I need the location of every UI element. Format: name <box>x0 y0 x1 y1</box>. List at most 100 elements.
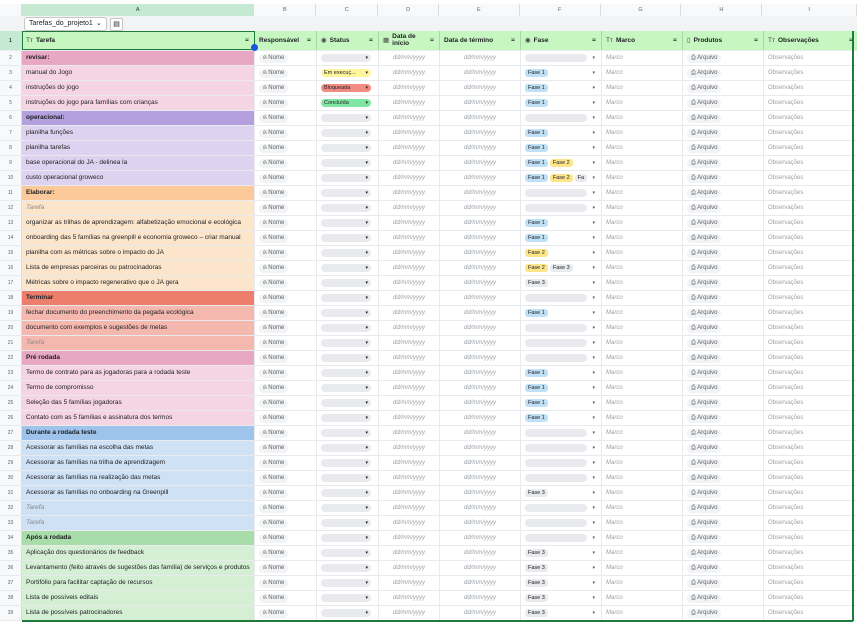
observacoes-cell[interactable]: Observações <box>764 336 857 350</box>
column-letter-e[interactable]: E <box>439 4 520 16</box>
file-chip[interactable]: ⎙ Arquivo <box>687 324 722 333</box>
observacoes-cell[interactable]: Observações <box>764 546 857 560</box>
status-cell[interactable]: ▾ <box>317 276 379 290</box>
task-cell[interactable]: onboarding das 5 famílias na greenpill e… <box>22 231 255 245</box>
end-date-cell[interactable]: dd/mm/yyyy <box>440 471 521 485</box>
end-date-cell[interactable]: dd/mm/yyyy <box>440 606 521 620</box>
marco-cell[interactable]: Marco <box>602 516 683 530</box>
status-cell[interactable]: ▾ <box>317 291 379 305</box>
responsavel-cell[interactable]: ⍝ Nome <box>255 261 317 275</box>
marco-cell[interactable]: Marco <box>602 111 683 125</box>
marco-cell[interactable]: Marco <box>602 201 683 215</box>
observacoes-cell[interactable]: Observações <box>764 591 857 605</box>
end-date-cell[interactable]: dd/mm/yyyy <box>440 396 521 410</box>
marco-cell[interactable]: Marco <box>602 606 683 620</box>
filter-icon[interactable]: ⩸ <box>307 31 311 50</box>
task-cell[interactable]: Termo de contrato para as jogadoras para… <box>22 366 255 380</box>
phase-dropdown[interactable] <box>525 429 587 437</box>
marco-cell[interactable]: Marco <box>602 351 683 365</box>
task-cell[interactable]: Tarefa <box>22 336 255 350</box>
status-cell[interactable]: ▾ <box>317 381 379 395</box>
phase-dropdown[interactable] <box>525 114 587 122</box>
task-cell[interactable]: manual do Jogo <box>22 66 255 80</box>
phase-dropdown[interactable] <box>525 504 587 512</box>
phase-dropdown[interactable] <box>525 459 587 467</box>
task-cell[interactable]: Tarefa <box>22 501 255 515</box>
marco-cell[interactable]: Marco <box>602 81 683 95</box>
start-date-cell[interactable]: dd/mm/yyyy <box>379 561 440 575</box>
row-number[interactable]: 3 <box>0 66 22 80</box>
end-date-cell[interactable]: dd/mm/yyyy <box>440 231 521 245</box>
status-dropdown[interactable]: ▾ <box>321 414 371 422</box>
produtos-cell[interactable]: ⎙ Arquivo <box>683 81 764 95</box>
header-data-de-t-rmino[interactable]: Data de término ⩸ <box>440 31 521 50</box>
start-date-cell[interactable]: dd/mm/yyyy <box>379 246 440 260</box>
task-cell[interactable]: Terminar <box>22 291 255 305</box>
end-date-cell[interactable]: dd/mm/yyyy <box>440 291 521 305</box>
phase-cell[interactable]: Fase 3 ▾ <box>521 576 602 590</box>
status-cell[interactable]: ▾ <box>317 396 379 410</box>
status-cell[interactable]: ▾ <box>317 186 379 200</box>
status-cell[interactable]: ▾ <box>317 306 379 320</box>
produtos-cell[interactable]: ⎙ Arquivo <box>683 321 764 335</box>
phase-cell[interactable]: Fase 1 ▾ <box>521 396 602 410</box>
marco-cell[interactable]: Marco <box>602 441 683 455</box>
status-dropdown[interactable]: ▾ <box>321 459 371 467</box>
row-number[interactable]: 7 <box>0 126 22 140</box>
file-chip[interactable]: ⎙ Arquivo <box>687 279 722 288</box>
responsavel-cell[interactable]: ⍝ Nome <box>255 561 317 575</box>
status-cell[interactable]: Concluída ▾ <box>317 96 379 110</box>
file-chip[interactable]: ⎙ Arquivo <box>687 189 722 198</box>
responsavel-cell[interactable]: ⍝ Nome <box>255 606 317 620</box>
responsavel-cell[interactable]: ⍝ Nome <box>255 171 317 185</box>
produtos-cell[interactable]: ⎙ Arquivo <box>683 231 764 245</box>
responsavel-cell[interactable]: ⍝ Nome <box>255 441 317 455</box>
row-number[interactable]: 37 <box>0 576 22 590</box>
start-date-cell[interactable]: dd/mm/yyyy <box>379 171 440 185</box>
column-letter-a[interactable]: A <box>21 4 255 16</box>
observacoes-cell[interactable]: Observações <box>764 216 857 230</box>
filter-icon[interactable]: ⩸ <box>511 31 515 50</box>
status-dropdown[interactable]: Em execuç... ▾ <box>321 69 371 77</box>
end-date-cell[interactable]: dd/mm/yyyy <box>440 531 521 545</box>
task-cell[interactable]: revisar: <box>22 51 255 65</box>
file-chip[interactable]: ⎙ Arquivo <box>687 444 722 453</box>
status-dropdown[interactable]: ▾ <box>321 204 371 212</box>
task-cell[interactable]: Termo de compromisso <box>22 381 255 395</box>
row-number[interactable]: 10 <box>0 171 22 185</box>
start-date-cell[interactable]: dd/mm/yyyy <box>379 156 440 170</box>
marco-cell[interactable]: Marco <box>602 96 683 110</box>
header-observa-es[interactable]: TтObservações⩸ <box>764 31 857 50</box>
observacoes-cell[interactable]: Observações <box>764 486 857 500</box>
produtos-cell[interactable]: ⎙ Arquivo <box>683 486 764 500</box>
produtos-cell[interactable]: ⎙ Arquivo <box>683 606 764 620</box>
marco-cell[interactable]: Marco <box>602 561 683 575</box>
responsavel-cell[interactable]: ⍝ Nome <box>255 456 317 470</box>
phase-cell[interactable]: ▾ <box>521 186 602 200</box>
row-number[interactable]: 38 <box>0 591 22 605</box>
status-dropdown[interactable]: ▾ <box>321 309 371 317</box>
status-dropdown[interactable]: ▾ <box>321 324 371 332</box>
phase-cell[interactable]: Fase 3 ▾ <box>521 606 602 620</box>
phase-dropdown[interactable] <box>525 204 587 212</box>
end-date-cell[interactable]: dd/mm/yyyy <box>440 516 521 530</box>
responsavel-cell[interactable]: ⍝ Nome <box>255 231 317 245</box>
start-date-cell[interactable]: dd/mm/yyyy <box>379 81 440 95</box>
file-chip[interactable]: ⎙ Arquivo <box>687 564 722 573</box>
end-date-cell[interactable]: dd/mm/yyyy <box>440 426 521 440</box>
file-chip[interactable]: ⎙ Arquivo <box>687 384 722 393</box>
end-date-cell[interactable]: dd/mm/yyyy <box>440 561 521 575</box>
status-dropdown[interactable]: ▾ <box>321 384 371 392</box>
observacoes-cell[interactable]: Observações <box>764 531 857 545</box>
status-dropdown[interactable]: ▾ <box>321 354 371 362</box>
status-cell[interactable]: ▾ <box>317 471 379 485</box>
marco-cell[interactable]: Marco <box>602 396 683 410</box>
end-date-cell[interactable]: dd/mm/yyyy <box>440 96 521 110</box>
observacoes-cell[interactable]: Observações <box>764 141 857 155</box>
status-cell[interactable]: ▾ <box>317 516 379 530</box>
status-dropdown[interactable]: ▾ <box>321 594 371 602</box>
start-date-cell[interactable]: dd/mm/yyyy <box>379 441 440 455</box>
column-resize-handle[interactable] <box>251 44 258 51</box>
marco-cell[interactable]: Marco <box>602 126 683 140</box>
phase-cell[interactable]: ▾ <box>521 351 602 365</box>
